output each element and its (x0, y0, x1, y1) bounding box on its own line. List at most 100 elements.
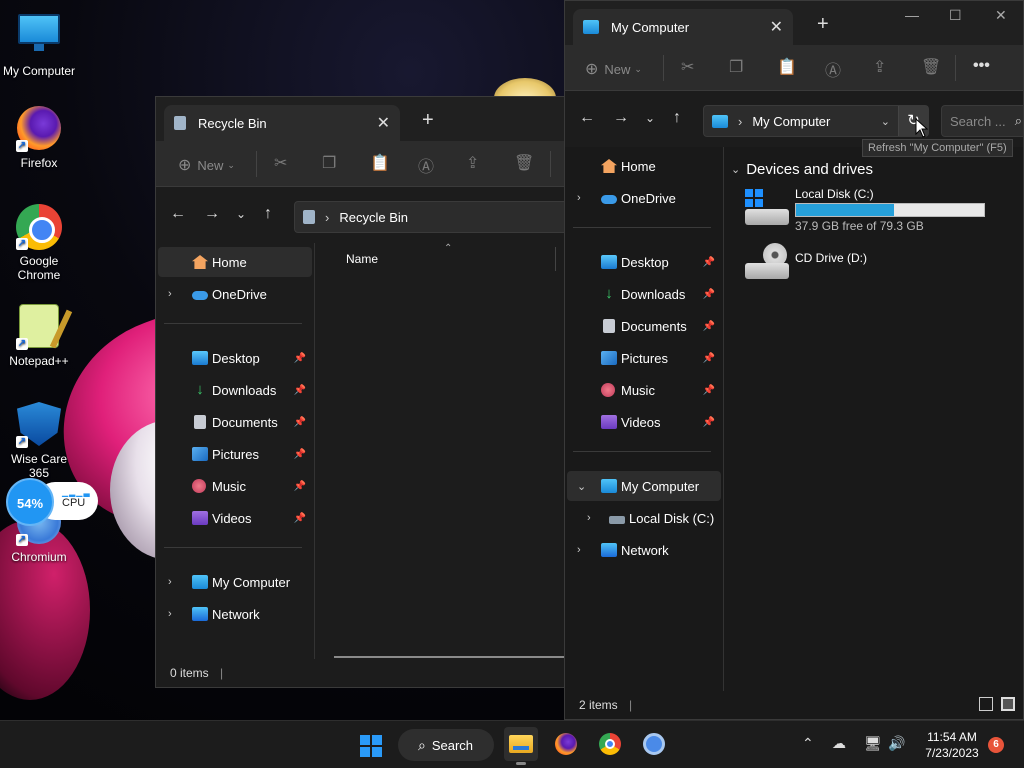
back-arrow-icon[interactable]: ← (579, 109, 595, 127)
up-arrow-icon[interactable]: ↑ (264, 205, 272, 223)
drive-cd-d[interactable]: CD Drive (D:) (745, 243, 985, 283)
new-button[interactable]: ⊕ New ⌄ (585, 59, 642, 79)
pin-icon[interactable]: 📌 (703, 385, 715, 396)
sidebar-item-videos[interactable]: Videos 📌 (567, 407, 721, 437)
copy-icon[interactable]: ❐ (322, 153, 336, 173)
sidebar-item-downloads[interactable]: ↓ Downloads 📌 (158, 375, 312, 405)
delete-icon[interactable]: 🗑 (514, 153, 534, 173)
address-bar[interactable]: › My Computer ⌄ ↻ (703, 105, 929, 137)
taskbar-firefox[interactable] (549, 727, 583, 761)
drive-local-disk-c[interactable]: Local Disk (C:) 37.9 GB free of 79.3 GB (745, 187, 985, 233)
sidebar-item-onedrive[interactable]: › OneDrive (158, 279, 312, 309)
cloud-sync-icon[interactable]: ☁ (832, 735, 846, 752)
sidebar-item-desktop[interactable]: Desktop 📌 (158, 343, 312, 373)
new-tab-button[interactable]: + (422, 109, 434, 132)
rename-icon[interactable]: Ⓐ (418, 153, 434, 177)
tab-recycle-bin[interactable]: Recycle Bin ✕ (164, 105, 400, 141)
chevron-right-icon[interactable]: › (168, 288, 172, 300)
pin-icon[interactable]: 📌 (294, 513, 306, 524)
desktop-icon-my-computer[interactable]: My Computer (0, 10, 78, 78)
pin-icon[interactable]: 📌 (294, 449, 306, 460)
chevron-right-icon[interactable]: › (587, 512, 591, 524)
more-options-icon[interactable]: ••• (973, 57, 990, 75)
volume-icon[interactable]: 🔊 (888, 735, 905, 752)
taskbar-chromium[interactable] (637, 727, 671, 761)
pane-splitter[interactable] (723, 147, 724, 691)
cut-icon[interactable]: ✂ (274, 153, 287, 173)
share-icon[interactable]: ⇪ (873, 57, 886, 77)
my-computer-window[interactable]: My Computer ✕ + — ☐ ✕ ⊕ New ⌄ ✂ ❐ 📋 Ⓐ ⇪ … (564, 0, 1024, 720)
column-divider[interactable] (555, 247, 556, 271)
address-bar[interactable]: › Recycle Bin (294, 201, 564, 233)
horizontal-scrollbar[interactable] (334, 656, 564, 658)
chevron-right-icon[interactable]: › (577, 192, 581, 204)
sidebar-item-my-computer[interactable]: › My Computer (158, 567, 312, 597)
pin-icon[interactable]: 📌 (703, 289, 715, 300)
sidebar-item-downloads[interactable]: ↓ Downloads 📌 (567, 279, 721, 309)
chevron-down-icon[interactable]: ⌄ (577, 480, 586, 493)
sidebar-item-pictures[interactable]: Pictures 📌 (567, 343, 721, 373)
taskbar-chrome[interactable] (593, 727, 627, 761)
desktop-icon-wise-care[interactable]: ↗ Wise Care 365 (0, 402, 78, 480)
paste-icon[interactable]: 📋 (777, 57, 797, 77)
sidebar-item-onedrive[interactable]: › OneDrive (567, 183, 721, 213)
desktop-icon-notepad-plus-plus[interactable]: ↗ Notepad++ (0, 304, 78, 368)
column-header-name[interactable]: Name (346, 252, 378, 266)
taskbar-file-explorer[interactable] (504, 727, 538, 765)
pin-icon[interactable]: 📌 (294, 417, 306, 428)
sidebar-item-my-computer[interactable]: ⌄ My Computer (567, 471, 721, 501)
start-button[interactable] (360, 735, 382, 757)
sidebar-item-network[interactable]: › Network (158, 599, 312, 629)
sidebar-item-music[interactable]: Music 📌 (158, 471, 312, 501)
share-icon[interactable]: ⇪ (466, 153, 479, 173)
network-status-icon[interactable]: 🖥 (864, 735, 882, 752)
back-arrow-icon[interactable]: ← (170, 205, 186, 223)
sidebar-item-home[interactable]: Home (567, 151, 721, 181)
close-window-icon[interactable]: ✕ (995, 7, 1007, 24)
pane-splitter[interactable] (314, 243, 315, 659)
desktop-icon-google-chrome[interactable]: ↗ Google Chrome (0, 204, 78, 282)
sidebar-item-local-disk[interactable]: › Local Disk (C:) (567, 503, 721, 533)
pin-icon[interactable]: 📌 (703, 257, 715, 268)
desktop-icon-firefox[interactable]: ↗ Firefox (0, 106, 78, 170)
sidebar-item-home[interactable]: Home (158, 247, 312, 277)
pin-icon[interactable]: 📌 (294, 385, 306, 396)
close-tab-icon[interactable]: ✕ (377, 113, 390, 133)
sidebar-item-videos[interactable]: Videos 📌 (158, 503, 312, 533)
cpu-widget[interactable]: 54% ▁▂▁▃ CPU (6, 478, 98, 526)
pin-icon[interactable]: 📌 (294, 353, 306, 364)
taskbar-search[interactable]: ⌕ Search (398, 729, 494, 761)
chevron-right-icon[interactable]: › (577, 544, 581, 556)
address-dropdown-icon[interactable]: ⌄ (881, 115, 890, 128)
forward-arrow-icon[interactable]: → (204, 205, 220, 223)
pin-icon[interactable]: 📌 (703, 353, 715, 364)
pin-icon[interactable]: 📌 (703, 321, 715, 332)
maximize-icon[interactable]: ☐ (949, 7, 962, 24)
notification-badge[interactable]: 6 (988, 737, 1004, 753)
sidebar-item-pictures[interactable]: Pictures 📌 (158, 439, 312, 469)
show-hidden-icons-chevron-icon[interactable]: ⌃ (802, 735, 814, 752)
minimize-icon[interactable]: — (905, 7, 919, 23)
new-tab-button[interactable]: + (817, 13, 829, 36)
cut-icon[interactable]: ✂ (681, 57, 694, 77)
tiles-view-icon[interactable] (1001, 697, 1015, 711)
taskbar-clock[interactable]: 11:54 AM 7/23/2023 (916, 729, 988, 761)
new-button[interactable]: ⊕ New ⌄ (178, 155, 235, 175)
search-input[interactable]: Search ... ⌕ (941, 105, 1023, 137)
sidebar-item-documents[interactable]: Documents 📌 (567, 311, 721, 341)
chevron-right-icon[interactable]: › (168, 608, 172, 620)
pin-icon[interactable]: 📌 (294, 481, 306, 492)
sidebar-item-documents[interactable]: Documents 📌 (158, 407, 312, 437)
chevron-right-icon[interactable]: › (168, 576, 172, 588)
paste-icon[interactable]: 📋 (370, 153, 390, 173)
copy-icon[interactable]: ❐ (729, 57, 743, 77)
pin-icon[interactable]: 📌 (703, 417, 715, 428)
close-tab-icon[interactable]: ✕ (770, 17, 783, 37)
rename-icon[interactable]: Ⓐ (825, 57, 841, 81)
recent-chevron-icon[interactable]: ⌄ (645, 111, 655, 125)
recent-chevron-icon[interactable]: ⌄ (236, 207, 246, 221)
sidebar-item-music[interactable]: Music 📌 (567, 375, 721, 405)
forward-arrow-icon[interactable]: → (613, 109, 629, 127)
sidebar-item-network[interactable]: › Network (567, 535, 721, 565)
details-view-icon[interactable] (979, 697, 993, 711)
